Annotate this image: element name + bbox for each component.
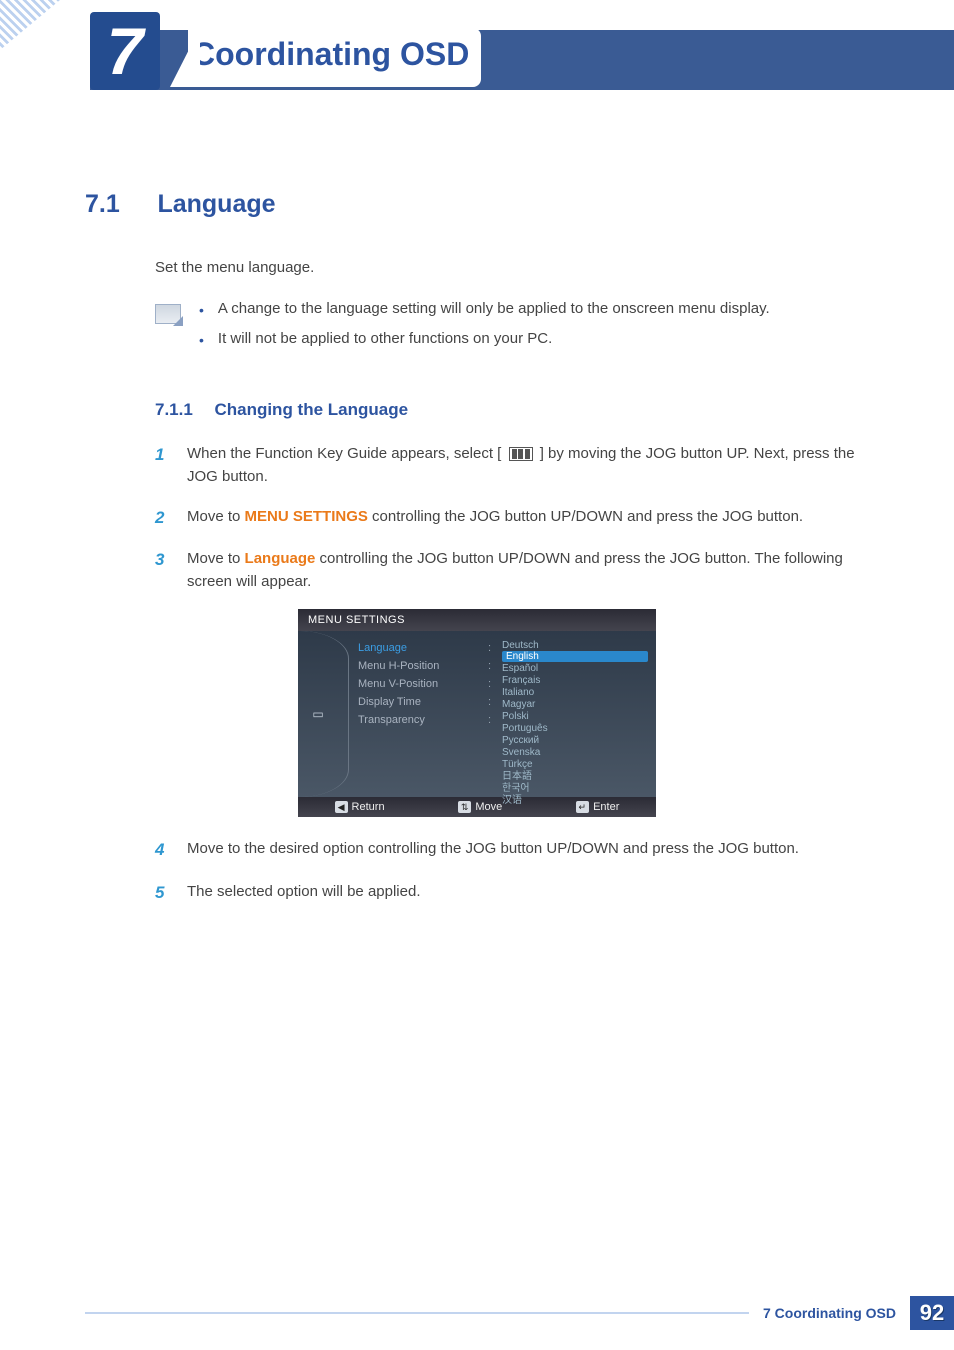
step-text-fragment: Move to [187, 508, 245, 525]
step-text-fragment: When the Function Key Guide appears, sel… [187, 445, 501, 462]
osd-language-option: 한국어 [502, 782, 648, 794]
osd-colon-column: ::::: [488, 639, 496, 789]
chapter-number: 7 [107, 13, 144, 89]
note-text: A change to the language setting will on… [218, 300, 770, 320]
left-key-icon: ◀ [335, 801, 348, 813]
subsection-title: Changing the Language [214, 400, 408, 419]
subsection-number: 7.1.1 [155, 400, 210, 420]
osd-item-display-time: Display Time [358, 693, 482, 711]
osd-item-hposition: Menu H-Position [358, 657, 482, 675]
step-text-fragment: controlling the JOG button UP/DOWN and p… [368, 508, 803, 525]
osd-language-option: Español [502, 662, 648, 674]
step-number: 5 [155, 880, 173, 906]
osd-item-language: Language [358, 639, 482, 657]
osd-hint-label: Move [475, 801, 502, 813]
osd-language-option: Deutsch [502, 639, 648, 651]
osd-item-vposition: Menu V-Position [358, 675, 482, 693]
step-number: 3 [155, 547, 173, 594]
osd-language-option: Polski [502, 710, 648, 722]
bullet-icon: • [199, 300, 204, 320]
osd-item-transparency: Transparency [358, 711, 482, 729]
osd-language-option: English [502, 651, 648, 662]
osd-language-option: Magyar [502, 698, 648, 710]
osd-language-option: 汉语 [502, 794, 648, 806]
chapter-title: Coordinating OSD [188, 28, 481, 87]
osd-language-list: DeutschEnglishEspañolFrançaisItalianoMag… [502, 639, 648, 789]
footer-rule [85, 1312, 749, 1314]
footer-page-number: 92 [910, 1296, 954, 1330]
osd-language-option: Italiano [502, 686, 648, 698]
note-text: It will not be applied to other function… [218, 330, 552, 350]
section-number: 7.1 [85, 190, 153, 219]
osd-hint-move: ⇅Move [458, 801, 502, 813]
step-number: 1 [155, 442, 173, 489]
osd-hint-label: Return [352, 801, 385, 813]
step-text: Move to MENU SETTINGS controlling the JO… [187, 505, 803, 531]
osd-language-option: Svenska [502, 746, 648, 758]
osd-hint-return: ◀ Return [335, 801, 385, 813]
osd-title: MENU SETTINGS [298, 609, 656, 631]
step-text: Move to the desired option controlling t… [187, 837, 799, 863]
section-intro: Set the menu language. [155, 259, 869, 276]
osd-menu-column: Language Menu H-Position Menu V-Position… [336, 639, 482, 789]
step-number: 4 [155, 837, 173, 863]
osd-language-option: Русский [502, 734, 648, 746]
osd-language-option: Français [502, 674, 648, 686]
step-text: Move to Language controlling the JOG but… [187, 547, 869, 594]
footer-label: 7 Coordinating OSD [749, 1305, 910, 1321]
osd-language-option: Türkçe [502, 758, 648, 770]
step-text: The selected option will be applied. [187, 880, 420, 906]
step-text-fragment: Move to [187, 550, 245, 567]
menu-button-icon [509, 447, 533, 461]
step-list-continued: 4 Move to the desired option controlling… [155, 837, 869, 906]
step-text: When the Function Key Guide appears, sel… [187, 442, 869, 489]
keyword-menu-settings: MENU SETTINGS [245, 508, 368, 525]
step-number: 2 [155, 505, 173, 531]
page-footer: 7 Coordinating OSD 92 [85, 1298, 954, 1328]
osd-language-option: Português [502, 722, 648, 734]
chapter-badge: 7 [90, 12, 160, 90]
updown-key-icon: ⇅ [458, 801, 472, 813]
step-list: 1 When the Function Key Guide appears, s… [155, 442, 869, 593]
corner-hatch-decoration [0, 0, 60, 50]
osd-language-option: 日本語 [502, 770, 648, 782]
bullet-icon: • [199, 330, 204, 350]
keyword-language: Language [245, 550, 316, 567]
note-icon [155, 304, 181, 324]
note-block: • A change to the language setting will … [155, 300, 869, 360]
section-title: Language [157, 190, 275, 219]
chapter-header: 7 Coordinating OSD [0, 0, 954, 120]
osd-category-icon: ▭ [306, 639, 330, 789]
osd-screenshot: MENU SETTINGS ▭ Language Menu H-Position… [298, 609, 656, 817]
